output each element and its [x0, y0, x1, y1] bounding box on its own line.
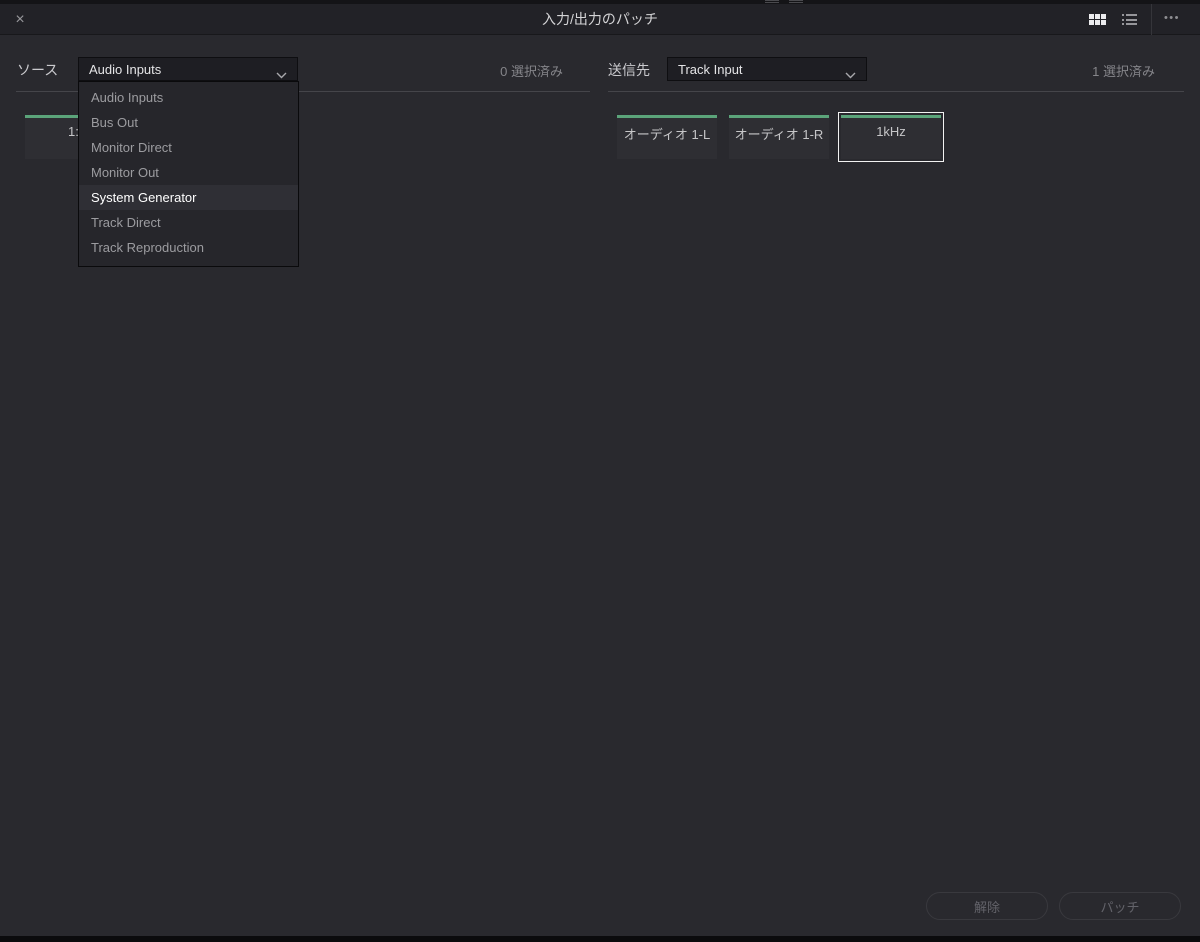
menu-item-monitor-out[interactable]: Monitor Out	[79, 160, 298, 185]
source-dropdown-value: Audio Inputs	[89, 61, 162, 77]
menu-item-track-reproduction[interactable]: Track Reproduction	[79, 235, 298, 260]
titlebar-divider	[1150, 4, 1152, 35]
card-status-stripe	[841, 115, 941, 118]
menu-item-bus-out[interactable]: Bus Out	[79, 110, 298, 135]
source-dropdown-menu: Audio Inputs Bus Out Monitor Direct Moni…	[78, 81, 299, 267]
destination-card-label: 1kHz	[876, 124, 906, 139]
destination-card-label: オーディオ 1-L	[623, 127, 711, 142]
card-status-stripe	[729, 115, 829, 118]
source-label: ソース	[17, 62, 59, 78]
destination-card-1khz[interactable]: 1kHz	[838, 112, 944, 162]
page-title: 入力/出力のパッチ	[542, 11, 658, 27]
menu-item-system-generator[interactable]: System Generator	[79, 185, 298, 210]
window-bottom-edge	[0, 936, 1200, 942]
source-selected-count: 0 選択済み	[500, 64, 563, 79]
destination-divider	[608, 91, 1184, 92]
source-dropdown[interactable]: Audio Inputs	[78, 57, 298, 81]
menu-item-monitor-direct[interactable]: Monitor Direct	[79, 135, 298, 160]
unpatch-button[interactable]: 解除	[926, 892, 1048, 920]
more-options-button[interactable]: •••	[1158, 4, 1186, 35]
destination-selected-count: 1 選択済み	[1092, 64, 1155, 79]
patch-dialog: × 入力/出力のパッチ ••• ソース Audio Inputs 0 選択済み …	[0, 0, 1200, 942]
destination-card-grid: オーディオ 1-L オーディオ 1-R 1kHz	[617, 112, 944, 162]
grid-view-icon	[1089, 14, 1106, 25]
background-glyph	[789, 0, 803, 3]
patch-button[interactable]: パッチ	[1059, 892, 1181, 920]
menu-item-audio-inputs[interactable]: Audio Inputs	[79, 85, 298, 110]
chevron-down-icon	[845, 67, 856, 82]
titlebar-actions: •••	[1081, 4, 1186, 35]
destination-dropdown-value: Track Input	[678, 61, 743, 77]
destination-card-audio-1r[interactable]: オーディオ 1-R	[729, 115, 829, 159]
destination-dropdown[interactable]: Track Input	[667, 57, 867, 81]
destination-label: 送信先	[608, 62, 650, 78]
menu-item-track-direct[interactable]: Track Direct	[79, 210, 298, 235]
destination-card-label: オーディオ 1-R	[734, 127, 824, 142]
grid-view-button[interactable]	[1081, 4, 1114, 35]
list-view-icon	[1121, 14, 1137, 25]
background-glyph	[765, 0, 779, 3]
card-status-stripe	[617, 115, 717, 118]
destination-card-audio-1l[interactable]: オーディオ 1-L	[617, 115, 717, 159]
titlebar: × 入力/出力のパッチ •••	[0, 4, 1200, 35]
chevron-down-icon	[276, 67, 287, 82]
list-view-button[interactable]	[1114, 4, 1145, 35]
